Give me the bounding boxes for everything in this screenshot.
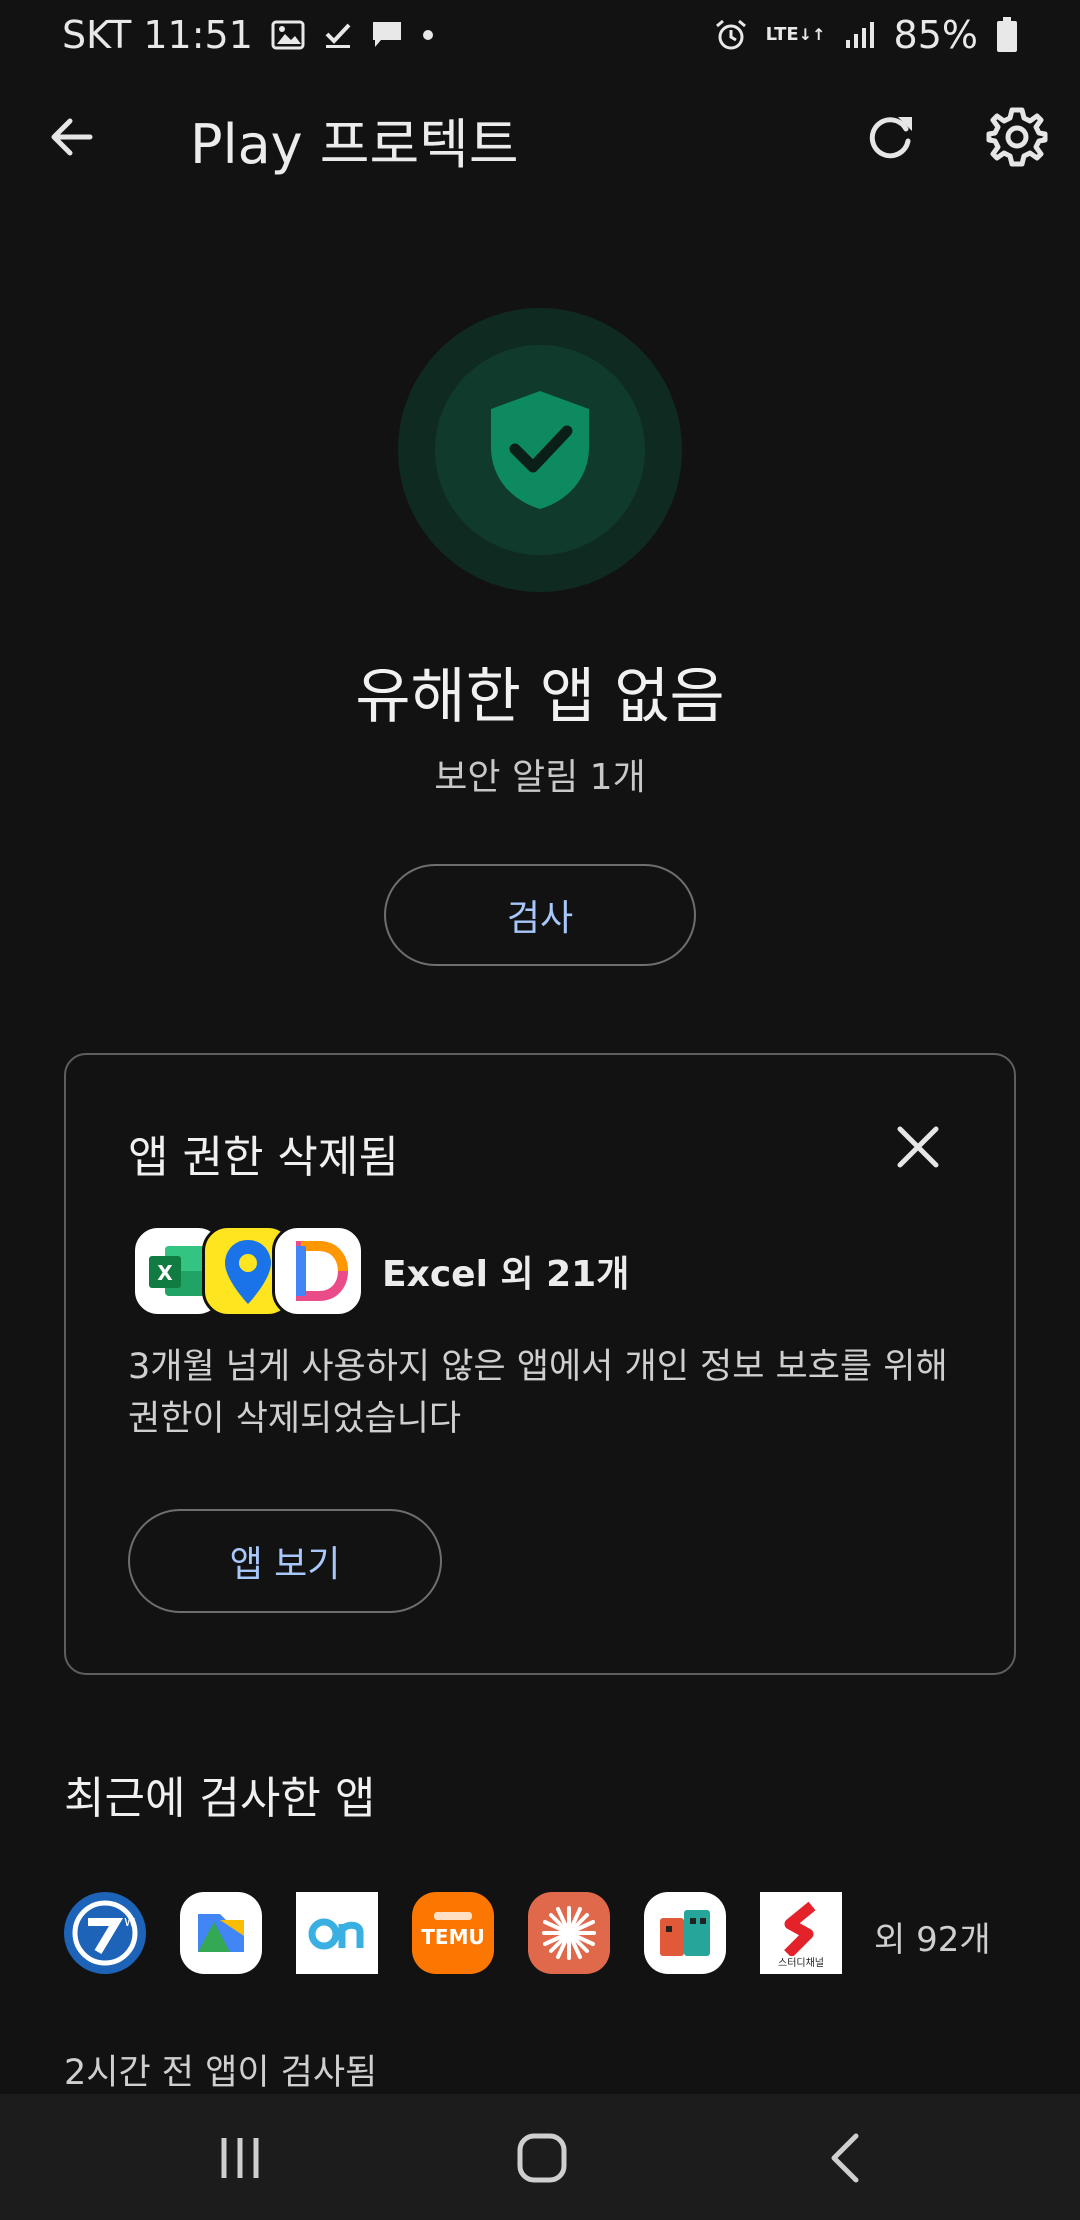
checkbox-icon [323,20,353,50]
svg-text:스터디채널: 스터디채널 [778,1957,824,1969]
protection-status-graphic [398,308,682,592]
message-icon [371,20,403,50]
gear-icon [986,107,1048,167]
home-button[interactable] [512,2128,572,2188]
scan-button[interactable]: 검사 [384,864,696,966]
status-bar: SKT 11:51 LTE ↓↑ 85% [0,0,1080,70]
home-icon [517,2133,567,2183]
view-apps-button[interactable]: 앱 보기 [128,1509,442,1613]
card-title: 앱 권한 삭제됨 [128,1132,399,1183]
battery-percent: 85% [893,13,978,57]
svg-text:X: X [157,1261,173,1285]
last-scan-time: 2시간 전 앱이 검사됨 [64,2053,378,2093]
back-button[interactable] [40,105,104,169]
signal-icon [844,20,876,50]
svg-text:TEMU: TEMU [421,1925,484,1949]
dot-icon [421,28,435,42]
permissions-removed-card: 앱 권한 삭제됨 X Excel 외 21개 3개월 넘게 사용하지 않은 앱에… [64,1053,1016,1675]
carrier-time: SKT 11:51 [62,13,253,57]
gallery-icon [271,20,305,50]
settings-button[interactable] [982,102,1052,172]
buildings-app-icon[interactable] [644,1892,726,1974]
close-icon [897,1126,939,1168]
affected-app-icons: X [132,1225,364,1317]
svg-text:w: w [124,1914,135,1930]
more-apps-count: 외 92개 [874,1920,991,1960]
page-title: Play 프로텍트 [190,113,519,176]
starburst-app-icon[interactable] [528,1892,610,1974]
app-bar: Play 프로텍트 [0,90,1080,180]
system-nav-bar [0,2094,1080,2220]
channel7-app-icon[interactable]: w [64,1892,146,1974]
alarm-icon [714,18,748,52]
status-title: 유해한 앱 없음 [355,662,725,732]
affected-apps-label: Excel 외 21개 [382,1254,630,1295]
recents-icon [221,2138,259,2178]
card-description: 3개월 넘게 사용하지 않은 앱에서 개인 정보 보호를 위해 권한이 삭제되었… [128,1347,948,1439]
arrow-back-icon [51,118,93,156]
recents-button[interactable] [210,2128,270,2188]
temu-app-icon[interactable]: TEMU [412,1892,494,1974]
security-alert-count: 보안 알림 1개 [434,757,646,798]
recent-scanned-title: 최근에 검사한 앱 [64,1773,376,1824]
lte-icon: LTE ↓↑ [765,24,826,45]
nav-back-button[interactable] [818,2128,878,2188]
refresh-icon [869,117,912,159]
files-app-icon[interactable] [180,1892,262,1974]
chevron-left-icon [831,2133,859,2183]
d-app-icon [272,1225,364,1317]
battery-icon [996,17,1018,53]
on-app-icon[interactable] [296,1892,378,1974]
card-close-button[interactable] [892,1121,944,1173]
study-channel-app-icon[interactable]: 스터디채널 [760,1892,842,1974]
shield-check-icon [491,391,589,509]
recent-apps-row: w TEMU 스터디채널 외 92개 [64,1892,1024,1976]
refresh-button[interactable] [858,105,922,169]
